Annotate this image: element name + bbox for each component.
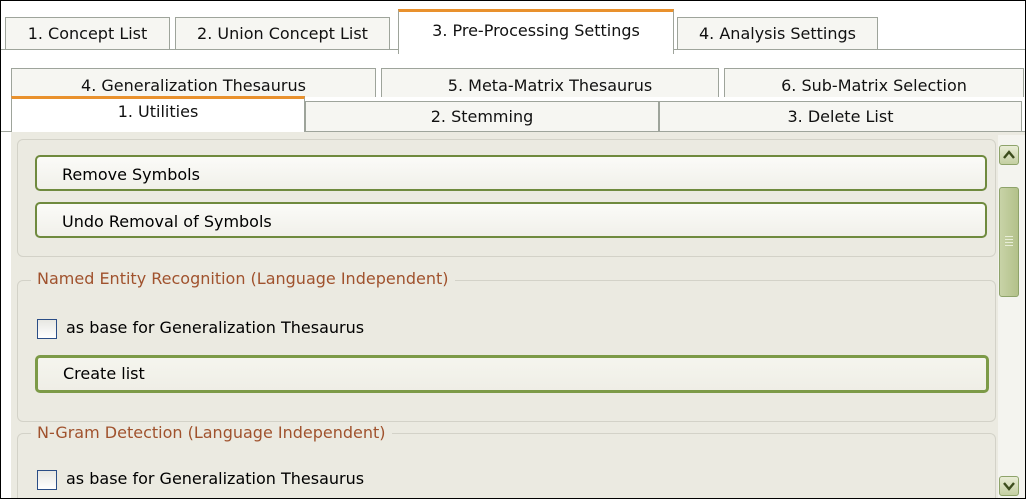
tab-label: 4. Generalization Thesaurus bbox=[81, 76, 306, 95]
tab-sub-matrix-selection[interactable]: 6. Sub-Matrix Selection bbox=[724, 68, 1024, 97]
ngram-generalization-checkbox-row[interactable]: as base for Generalization Thesaurus bbox=[37, 467, 364, 491]
utilities-panel: Remove Symbols Undo Removal of Symbols N… bbox=[11, 132, 1025, 498]
window: 1. Concept List 2. Union Concept List 3.… bbox=[0, 0, 1026, 499]
tab-concept-list[interactable]: 1. Concept List bbox=[5, 17, 170, 50]
button-label: Remove Symbols bbox=[62, 165, 200, 184]
tab-delete-list[interactable]: 3. Delete List bbox=[659, 101, 1022, 132]
button-label: Undo Removal of Symbols bbox=[62, 212, 272, 231]
button-label: Create list bbox=[63, 364, 145, 383]
tab-union-concept-list[interactable]: 2. Union Concept List bbox=[175, 17, 390, 50]
create-list-button[interactable]: Create list bbox=[35, 355, 989, 393]
group-title: N-Gram Detection (Language Independent) bbox=[31, 423, 392, 442]
tab-stemming[interactable]: 2. Stemming bbox=[305, 101, 659, 132]
named-entity-recognition-group bbox=[17, 280, 996, 422]
remove-symbols-button[interactable]: Remove Symbols bbox=[35, 155, 987, 191]
scroll-thumb[interactable] bbox=[999, 187, 1019, 297]
undo-removal-of-symbols-button[interactable]: Undo Removal of Symbols bbox=[35, 202, 987, 238]
tab-label: 4. Analysis Settings bbox=[699, 24, 856, 43]
ner-generalization-checkbox[interactable] bbox=[37, 318, 57, 339]
ner-generalization-checkbox-row[interactable]: as base for Generalization Thesaurus bbox=[37, 316, 364, 340]
tab-label: 1. Utilities bbox=[117, 102, 199, 121]
tab-label: 6. Sub-Matrix Selection bbox=[781, 76, 967, 95]
scroll-down-button[interactable] bbox=[999, 476, 1019, 496]
scroll-up-icon bbox=[1003, 150, 1015, 159]
ngram-generalization-checkbox[interactable] bbox=[37, 469, 57, 490]
tab-label: 3. Delete List bbox=[787, 107, 894, 126]
tab-pre-processing-settings[interactable]: 3. Pre-Processing Settings bbox=[398, 9, 674, 54]
tab-label: 2. Stemming bbox=[430, 107, 534, 126]
tab-label: 3. Pre-Processing Settings bbox=[432, 21, 640, 40]
tab-utilities[interactable]: 1. Utilities bbox=[11, 96, 305, 132]
tab-analysis-settings[interactable]: 4. Analysis Settings bbox=[677, 17, 878, 50]
group-title: Named Entity Recognition (Language Indep… bbox=[31, 269, 455, 288]
scroll-up-button[interactable] bbox=[999, 145, 1019, 165]
tab-label: 2. Union Concept List bbox=[197, 24, 368, 43]
tab-label: 5. Meta-Matrix Thesaurus bbox=[447, 76, 653, 95]
tab-meta-matrix-thesaurus[interactable]: 5. Meta-Matrix Thesaurus bbox=[381, 68, 719, 97]
checkbox-label: as base for Generalization Thesaurus bbox=[66, 318, 365, 337]
tab-generalization-thesaurus[interactable]: 4. Generalization Thesaurus bbox=[11, 68, 376, 97]
vertical-scrollbar[interactable] bbox=[998, 135, 1025, 498]
checkbox-label: as base for Generalization Thesaurus bbox=[66, 469, 365, 488]
tab-label: 1. Concept List bbox=[27, 24, 148, 43]
scroll-down-icon bbox=[1003, 482, 1015, 491]
